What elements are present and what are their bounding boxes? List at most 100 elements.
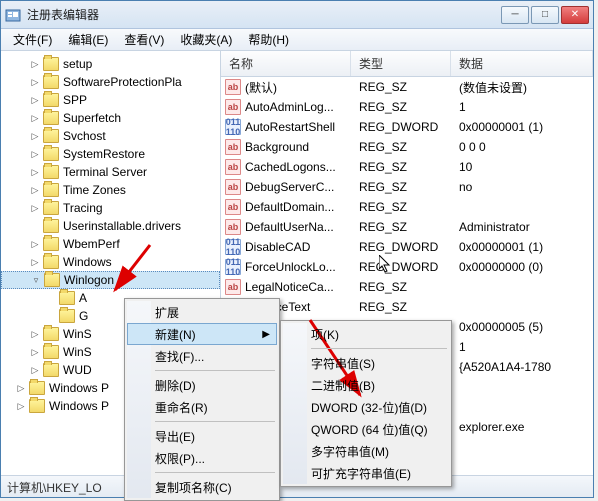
expand-icon[interactable]: ▿	[30, 274, 42, 286]
ctx-delete[interactable]: 删除(D)	[127, 374, 277, 396]
folder-icon	[59, 291, 75, 305]
expand-icon[interactable]: ▷	[29, 130, 41, 142]
ctx-new[interactable]: 新建(N) ▶	[127, 323, 277, 345]
tree-item[interactable]: ▷WbemPerf	[1, 235, 220, 253]
ctx-permissions[interactable]: 权限(P)...	[127, 447, 277, 469]
string-value-icon: ab	[225, 199, 241, 215]
list-row[interactable]: abDebugServerC...REG_SZno	[221, 177, 593, 197]
value-type: REG_DWORD	[351, 260, 451, 274]
menu-file[interactable]: 文件(F)	[5, 29, 60, 50]
menu-favorites[interactable]: 收藏夹(A)	[172, 29, 240, 50]
tree-label: WinS	[63, 345, 92, 359]
col-name[interactable]: 名称	[221, 51, 351, 76]
list-row[interactable]: abLegalNoticeCa...REG_SZ	[221, 277, 593, 297]
list-row[interactable]: 011110DisableCADREG_DWORD0x00000001 (1)	[221, 237, 593, 257]
ctx-expand[interactable]: 扩展	[127, 301, 277, 323]
tree-item[interactable]: ▷SystemRestore	[1, 145, 220, 163]
ctx-new-label: 新建(N)	[155, 326, 196, 343]
menu-edit[interactable]: 编辑(E)	[60, 29, 116, 50]
folder-icon	[43, 363, 59, 377]
expand-icon[interactable]	[29, 220, 41, 232]
list-row[interactable]: abBackgroundREG_SZ0 0 0	[221, 137, 593, 157]
ctx-export[interactable]: 导出(E)	[127, 425, 277, 447]
list-row[interactable]: ab(默认)REG_SZ(数值未设置)	[221, 77, 593, 97]
ctx-new-string[interactable]: 字符串值(S)	[283, 352, 449, 374]
value-name: (默认)	[245, 79, 277, 96]
ctx-new-expandstring[interactable]: 可扩充字符串值(E)	[283, 462, 449, 484]
folder-icon	[43, 219, 59, 233]
value-data: explorer.exe	[451, 420, 593, 434]
ctx-new-binary[interactable]: 二进制值(B)	[283, 374, 449, 396]
list-row[interactable]: 011110ForceUnlockLo...REG_DWORD0x0000000…	[221, 257, 593, 277]
expand-icon[interactable]: ▷	[29, 166, 41, 178]
context-menu-new: 项(K) 字符串值(S) 二进制值(B) DWORD (32-位)值(D) QW…	[280, 320, 452, 487]
minimize-button[interactable]: ─	[501, 6, 529, 24]
expand-icon[interactable]: ▷	[29, 94, 41, 106]
close-button[interactable]: ✕	[561, 6, 589, 24]
string-value-icon: ab	[225, 219, 241, 235]
expand-icon[interactable]: ▷	[29, 148, 41, 160]
binary-value-icon: 011110	[225, 259, 241, 275]
submenu-arrow-icon: ▶	[262, 329, 270, 340]
tree-item[interactable]: ▿Winlogon	[1, 271, 220, 289]
folder-icon	[43, 57, 59, 71]
window-title: 注册表编辑器	[27, 6, 499, 23]
expand-icon[interactable]: ▷	[29, 58, 41, 70]
ctx-new-qword[interactable]: QWORD (64 位)值(Q)	[283, 418, 449, 440]
list-row[interactable]: 011110AutoRestartShellREG_DWORD0x0000000…	[221, 117, 593, 137]
folder-icon	[43, 255, 59, 269]
ctx-copy-key-name[interactable]: 复制项名称(C)	[127, 476, 277, 498]
expand-icon[interactable]: ▷	[29, 346, 41, 358]
expand-icon[interactable]: ▷	[29, 202, 41, 214]
tree-label: Svchost	[63, 129, 106, 143]
expand-icon[interactable]: ▷	[15, 400, 27, 412]
value-type: REG_SZ	[351, 80, 451, 94]
menu-help[interactable]: 帮助(H)	[240, 29, 297, 50]
list-row[interactable]: abDefaultDomain...REG_SZ	[221, 197, 593, 217]
col-data[interactable]: 数据	[451, 51, 593, 76]
expand-icon[interactable]: ▷	[29, 112, 41, 124]
expand-icon[interactable]: ▷	[29, 184, 41, 196]
tree-item[interactable]: ▷Windows	[1, 253, 220, 271]
tree-item[interactable]: ▷Time Zones	[1, 181, 220, 199]
expand-icon[interactable]	[45, 310, 57, 322]
tree-item[interactable]: ▷Tracing	[1, 199, 220, 217]
value-data: 0x00000001 (1)	[451, 240, 593, 254]
col-type[interactable]: 类型	[351, 51, 451, 76]
value-name: DefaultUserNa...	[245, 220, 334, 234]
folder-icon	[43, 93, 59, 107]
expand-icon[interactable]	[45, 292, 57, 304]
maximize-button[interactable]: □	[531, 6, 559, 24]
tree-item[interactable]: ▷SoftwareProtectionPla	[1, 73, 220, 91]
folder-icon	[43, 129, 59, 143]
expand-icon[interactable]: ▷	[29, 328, 41, 340]
expand-icon[interactable]: ▷	[29, 76, 41, 88]
value-data: 1	[451, 340, 593, 354]
string-value-icon: ab	[225, 179, 241, 195]
tree-item[interactable]: ▷Terminal Server	[1, 163, 220, 181]
tree-item[interactable]: ▷setup	[1, 55, 220, 73]
value-data: 1	[451, 100, 593, 114]
tree-item[interactable]: ▷ Svchost	[1, 127, 220, 145]
tree-item[interactable]: Userinstallable.drivers	[1, 217, 220, 235]
ctx-find[interactable]: 查找(F)...	[127, 345, 277, 367]
ctx-rename[interactable]: 重命名(R)	[127, 396, 277, 418]
list-row[interactable]: abAutoAdminLog...REG_SZ1	[221, 97, 593, 117]
ctx-new-multistring[interactable]: 多字符串值(M)	[283, 440, 449, 462]
list-row[interactable]: abDefaultUserNa...REG_SZAdministrator	[221, 217, 593, 237]
value-name: LegalNoticeCa...	[245, 280, 334, 294]
expand-icon[interactable]: ▷	[29, 238, 41, 250]
expand-icon[interactable]: ▷	[15, 382, 27, 394]
expand-icon[interactable]: ▷	[29, 364, 41, 376]
value-data: 0x00000000 (0)	[451, 260, 593, 274]
ctx-new-dword[interactable]: DWORD (32-位)值(D)	[283, 396, 449, 418]
tree-item[interactable]: ▷Superfetch	[1, 109, 220, 127]
expand-icon[interactable]: ▷	[29, 256, 41, 268]
ctx-new-key[interactable]: 项(K)	[283, 323, 449, 345]
tree-label: WinS	[63, 327, 92, 341]
menu-view[interactable]: 查看(V)	[116, 29, 172, 50]
tree-label: G	[79, 309, 88, 323]
list-row[interactable]: abCachedLogons...REG_SZ10	[221, 157, 593, 177]
tree-item[interactable]: ▷SPP	[1, 91, 220, 109]
folder-icon	[29, 399, 45, 413]
